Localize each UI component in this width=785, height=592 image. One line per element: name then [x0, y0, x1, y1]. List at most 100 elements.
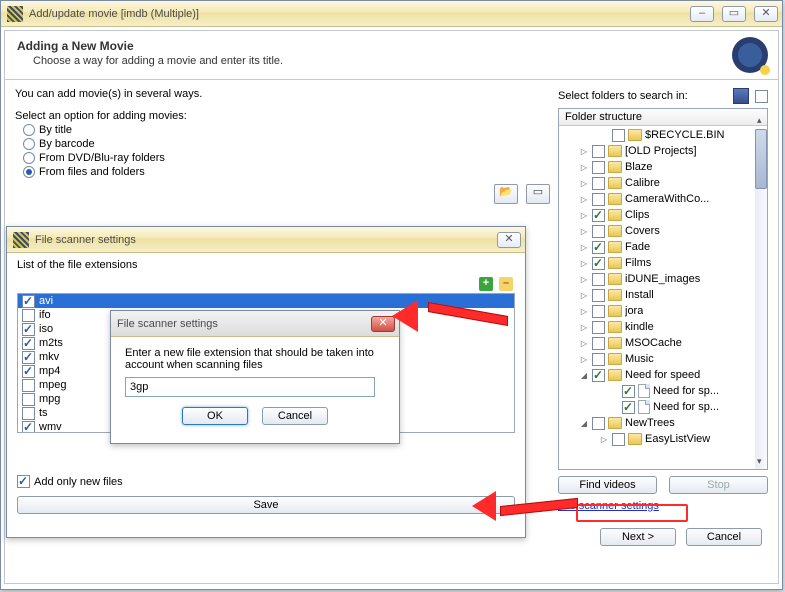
extension-checkbox[interactable] — [22, 393, 35, 406]
radio-icon[interactable] — [23, 138, 35, 150]
tree-node[interactable]: ▷[OLD Projects] — [559, 143, 755, 159]
node-checkbox[interactable] — [592, 177, 605, 190]
node-checkbox[interactable] — [592, 305, 605, 318]
node-checkbox[interactable] — [592, 337, 605, 350]
expander-icon[interactable]: ▷ — [579, 179, 589, 188]
tree-node[interactable]: ▷Install — [559, 287, 755, 303]
browse-button[interactable]: 📂 — [494, 184, 518, 204]
extension-checkbox[interactable] — [22, 323, 35, 336]
node-checkbox[interactable] — [612, 433, 625, 446]
extension-checkbox[interactable] — [22, 309, 35, 322]
expander-icon[interactable]: ▷ — [579, 195, 589, 204]
tree-node[interactable]: ▷MSOCache — [559, 335, 755, 351]
extension-checkbox[interactable] — [22, 295, 35, 308]
expander-icon[interactable]: ▷ — [579, 163, 589, 172]
expander-icon[interactable]: ▷ — [579, 275, 589, 284]
select-all-checkbox[interactable] — [755, 90, 768, 103]
node-checkbox[interactable] — [622, 385, 635, 398]
option-by-barcode[interactable]: By barcode — [23, 138, 550, 150]
expander-icon[interactable]: ◢ — [579, 371, 589, 380]
tree-node[interactable]: ◢Need for speed — [559, 367, 755, 383]
minimize-button[interactable]: – — [690, 6, 714, 22]
tree-node[interactable]: ▷Music — [559, 351, 755, 367]
add-extension-button[interactable]: + — [479, 277, 493, 291]
clear-button[interactable]: ▭ — [526, 184, 550, 204]
tree-node[interactable]: ▷EasyListView — [559, 431, 755, 447]
node-checkbox[interactable] — [592, 145, 605, 158]
expander-icon[interactable]: ▷ — [579, 291, 589, 300]
node-checkbox[interactable] — [592, 193, 605, 206]
expander-icon[interactable]: ▷ — [579, 307, 589, 316]
stop-button[interactable]: Stop — [669, 476, 768, 494]
remove-extension-button[interactable]: – — [499, 277, 513, 291]
radio-icon[interactable] — [23, 152, 35, 164]
tree-node[interactable]: ▷CameraWithCo... — [559, 191, 755, 207]
tree-header[interactable]: Folder structure — [559, 109, 767, 126]
node-checkbox[interactable] — [592, 353, 605, 366]
tree-node[interactable]: ▷Clips — [559, 207, 755, 223]
input-cancel-button[interactable]: Cancel — [262, 407, 328, 425]
extension-checkbox[interactable] — [22, 351, 35, 364]
close-button[interactable]: ✕ — [754, 6, 778, 22]
expander-icon[interactable]: ▷ — [579, 323, 589, 332]
tree-node[interactable]: ▷Calibre — [559, 175, 755, 191]
maximize-button[interactable]: ▭ — [722, 6, 746, 22]
scanner-close-button[interactable]: ✕ — [497, 232, 521, 248]
option-by-title[interactable]: By title — [23, 124, 550, 136]
main-titlebar[interactable]: Add/update movie [imdb (Multiple)] – ▭ ✕ — [1, 1, 782, 27]
tree-node[interactable]: ▷Covers — [559, 223, 755, 239]
expander-icon[interactable]: ▷ — [579, 227, 589, 236]
expander-icon[interactable]: ◢ — [579, 419, 589, 428]
expander-icon[interactable]: ▷ — [579, 259, 589, 268]
tree-node[interactable]: $RECYCLE.BIN — [559, 127, 755, 143]
save-button[interactable]: Save — [17, 496, 515, 514]
input-dialog-close-button[interactable]: ✕ — [371, 316, 395, 332]
radio-icon[interactable] — [23, 166, 35, 178]
tree-node[interactable]: ◢NewTrees — [559, 415, 755, 431]
node-checkbox[interactable] — [592, 241, 605, 254]
radio-icon[interactable] — [23, 124, 35, 136]
node-checkbox[interactable] — [592, 273, 605, 286]
node-checkbox[interactable] — [612, 129, 625, 142]
add-only-new-checkbox[interactable] — [17, 475, 30, 488]
expander-icon[interactable]: ▷ — [579, 211, 589, 220]
extension-row-avi[interactable]: avi — [18, 294, 514, 308]
find-videos-button[interactable]: Find videos — [558, 476, 657, 494]
node-checkbox[interactable] — [592, 289, 605, 302]
tree-node[interactable]: ▷iDUNE_images — [559, 271, 755, 287]
extension-checkbox[interactable] — [22, 379, 35, 392]
extension-checkbox[interactable] — [22, 407, 35, 420]
cancel-button[interactable]: Cancel — [686, 528, 762, 546]
node-checkbox[interactable] — [592, 257, 605, 270]
tree-node[interactable]: ▷Fade — [559, 239, 755, 255]
tree-node[interactable]: ▷Films — [559, 255, 755, 271]
tree-node[interactable]: ▷jora — [559, 303, 755, 319]
expander-icon[interactable]: ▷ — [599, 435, 609, 444]
expander-icon[interactable]: ▷ — [579, 147, 589, 156]
tree-node[interactable]: Need for sp... — [559, 399, 755, 415]
node-checkbox[interactable] — [592, 369, 605, 382]
node-checkbox[interactable] — [622, 401, 635, 414]
tree-scroll-thumb[interactable] — [755, 129, 767, 189]
option-from-files-and-folders[interactable]: From files and folders — [23, 166, 550, 178]
node-checkbox[interactable] — [592, 161, 605, 174]
tree-scrollbar[interactable]: ▴ ▾ — [755, 129, 767, 469]
next-button[interactable]: Next > — [600, 528, 676, 546]
scanner-titlebar[interactable]: File scanner settings ✕ — [7, 227, 525, 253]
extension-checkbox[interactable] — [22, 365, 35, 378]
expander-icon[interactable]: ▷ — [579, 243, 589, 252]
extension-checkbox[interactable] — [22, 337, 35, 350]
node-checkbox[interactable] — [592, 225, 605, 238]
option-from-dvd-blu-ray-folders[interactable]: From DVD/Blu-ray folders — [23, 152, 550, 164]
extension-input[interactable] — [125, 377, 375, 397]
save-icon[interactable] — [733, 88, 749, 104]
tree-node[interactable]: Need for sp... — [559, 383, 755, 399]
tree-node[interactable]: ▷Blaze — [559, 159, 755, 175]
input-dialog-titlebar[interactable]: File scanner settings ✕ — [111, 311, 399, 337]
tree-node[interactable]: ▷kindle — [559, 319, 755, 335]
extension-checkbox[interactable] — [22, 421, 35, 434]
ok-button[interactable]: OK — [182, 407, 248, 425]
node-checkbox[interactable] — [592, 417, 605, 430]
expander-icon[interactable]: ▷ — [579, 355, 589, 364]
node-checkbox[interactable] — [592, 321, 605, 334]
